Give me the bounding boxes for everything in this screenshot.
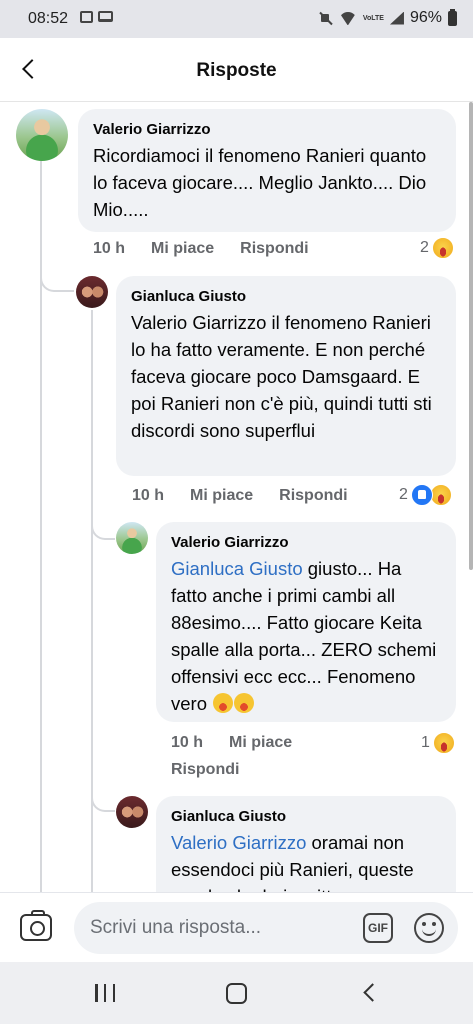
- reply-input-container[interactable]: GIF: [74, 902, 458, 954]
- comment-text: Valerio Giarrizzo il fenomeno Ranieri lo…: [131, 312, 432, 441]
- comment-bubble: Gianluca Giusto Valerio Giarrizzo oramai…: [156, 796, 456, 892]
- comment-time: 10 h: [93, 240, 126, 257]
- reaction-count[interactable]: 1: [421, 732, 455, 754]
- laughing-emoji-icon: [213, 693, 234, 713]
- comment-author[interactable]: Valerio Giarrizzo: [93, 121, 441, 138]
- back-nav-icon[interactable]: [363, 983, 382, 1002]
- avatar[interactable]: [16, 109, 68, 161]
- laughing-emoji-icon: [234, 693, 255, 713]
- thread-connector: [91, 774, 115, 812]
- mute-icon: [319, 11, 333, 25]
- wifi-icon: [339, 11, 357, 25]
- scrollbar[interactable]: [469, 102, 473, 570]
- recent-apps-icon[interactable]: [95, 984, 115, 1002]
- reply-button[interactable]: Rispondi: [171, 761, 239, 779]
- like-button[interactable]: Mi piace: [151, 240, 214, 258]
- comment-actions: 10 h Mi piace: [171, 734, 292, 752]
- laptop-icon: [98, 11, 113, 22]
- avatar[interactable]: [76, 276, 108, 308]
- mention-link[interactable]: Valerio Giarrizzo: [171, 832, 306, 853]
- comment-bubble: Valerio Giarrizzo Gianluca Giusto giusto…: [156, 522, 456, 722]
- reply-button[interactable]: Rispondi: [279, 487, 347, 505]
- header: Risposte: [0, 38, 473, 102]
- reaction-count[interactable]: 2: [399, 484, 452, 506]
- comment-bubble: Gianluca Giusto Valerio Giarrizzo il fen…: [116, 276, 456, 476]
- like-button[interactable]: Mi piace: [190, 487, 253, 505]
- camera-icon[interactable]: [20, 910, 52, 941]
- comment-text: Ricordiamoci il fenomeno Ranieri quanto …: [93, 145, 427, 220]
- page-title: Risposte: [196, 60, 277, 81]
- comment-author[interactable]: Valerio Giarrizzo: [171, 534, 441, 551]
- comment-author[interactable]: Gianluca Giusto: [171, 808, 441, 825]
- gif-button[interactable]: GIF: [363, 913, 393, 943]
- status-time: 08:52: [28, 10, 69, 27]
- reply-input[interactable]: [90, 910, 350, 946]
- reply-button[interactable]: Rispondi: [240, 240, 308, 258]
- comment-actions: 10 h Mi piace Rispondi: [132, 487, 348, 505]
- like-button[interactable]: Mi piace: [229, 734, 292, 752]
- thread-connector: [40, 262, 74, 292]
- reaction-number: 1: [421, 734, 430, 751]
- comment-author[interactable]: Gianluca Giusto: [131, 288, 441, 305]
- mention-link[interactable]: Gianluca Giusto: [171, 558, 303, 579]
- reaction-count[interactable]: 2: [420, 237, 454, 259]
- emoji-icon[interactable]: [414, 913, 444, 943]
- volte-label: VoLTE: [362, 14, 384, 22]
- comment-time: 10 h: [132, 487, 165, 504]
- reaction-number: 2: [399, 486, 408, 503]
- haha-reaction-icon: [431, 237, 454, 259]
- reaction-number: 2: [420, 239, 429, 256]
- comment-actions-2: Rispondi: [171, 761, 239, 779]
- comment-text: Valerio Giarrizzo oramai non essendoci p…: [171, 832, 414, 892]
- comment-actions: 10 h Mi piace Rispondi: [93, 240, 309, 258]
- replies-thread[interactable]: Valerio Giarrizzo Ricordiamoci il fenome…: [0, 102, 473, 892]
- haha-reaction-icon: [429, 484, 452, 506]
- avatar[interactable]: [116, 796, 148, 828]
- battery-percent: 96%: [409, 9, 442, 26]
- comment-time: 10 h: [171, 734, 204, 751]
- avatar[interactable]: [116, 522, 148, 554]
- home-icon[interactable]: [226, 983, 247, 1004]
- comment-text: Gianluca Giusto giusto... Ha fatto anche…: [171, 558, 437, 714]
- system-nav-bar: [0, 962, 473, 1024]
- gallery-icon: [80, 11, 93, 23]
- reply-composer: GIF: [0, 892, 473, 962]
- battery-icon: [448, 8, 457, 26]
- haha-reaction-icon: [432, 732, 455, 754]
- like-reaction-icon: [410, 484, 433, 506]
- thread-connector: [91, 507, 115, 540]
- comment-bubble: Valerio Giarrizzo Ricordiamoci il fenome…: [78, 109, 456, 232]
- signal-icon: [389, 11, 404, 25]
- status-bar: 08:52 VoLTE 96%: [0, 0, 473, 38]
